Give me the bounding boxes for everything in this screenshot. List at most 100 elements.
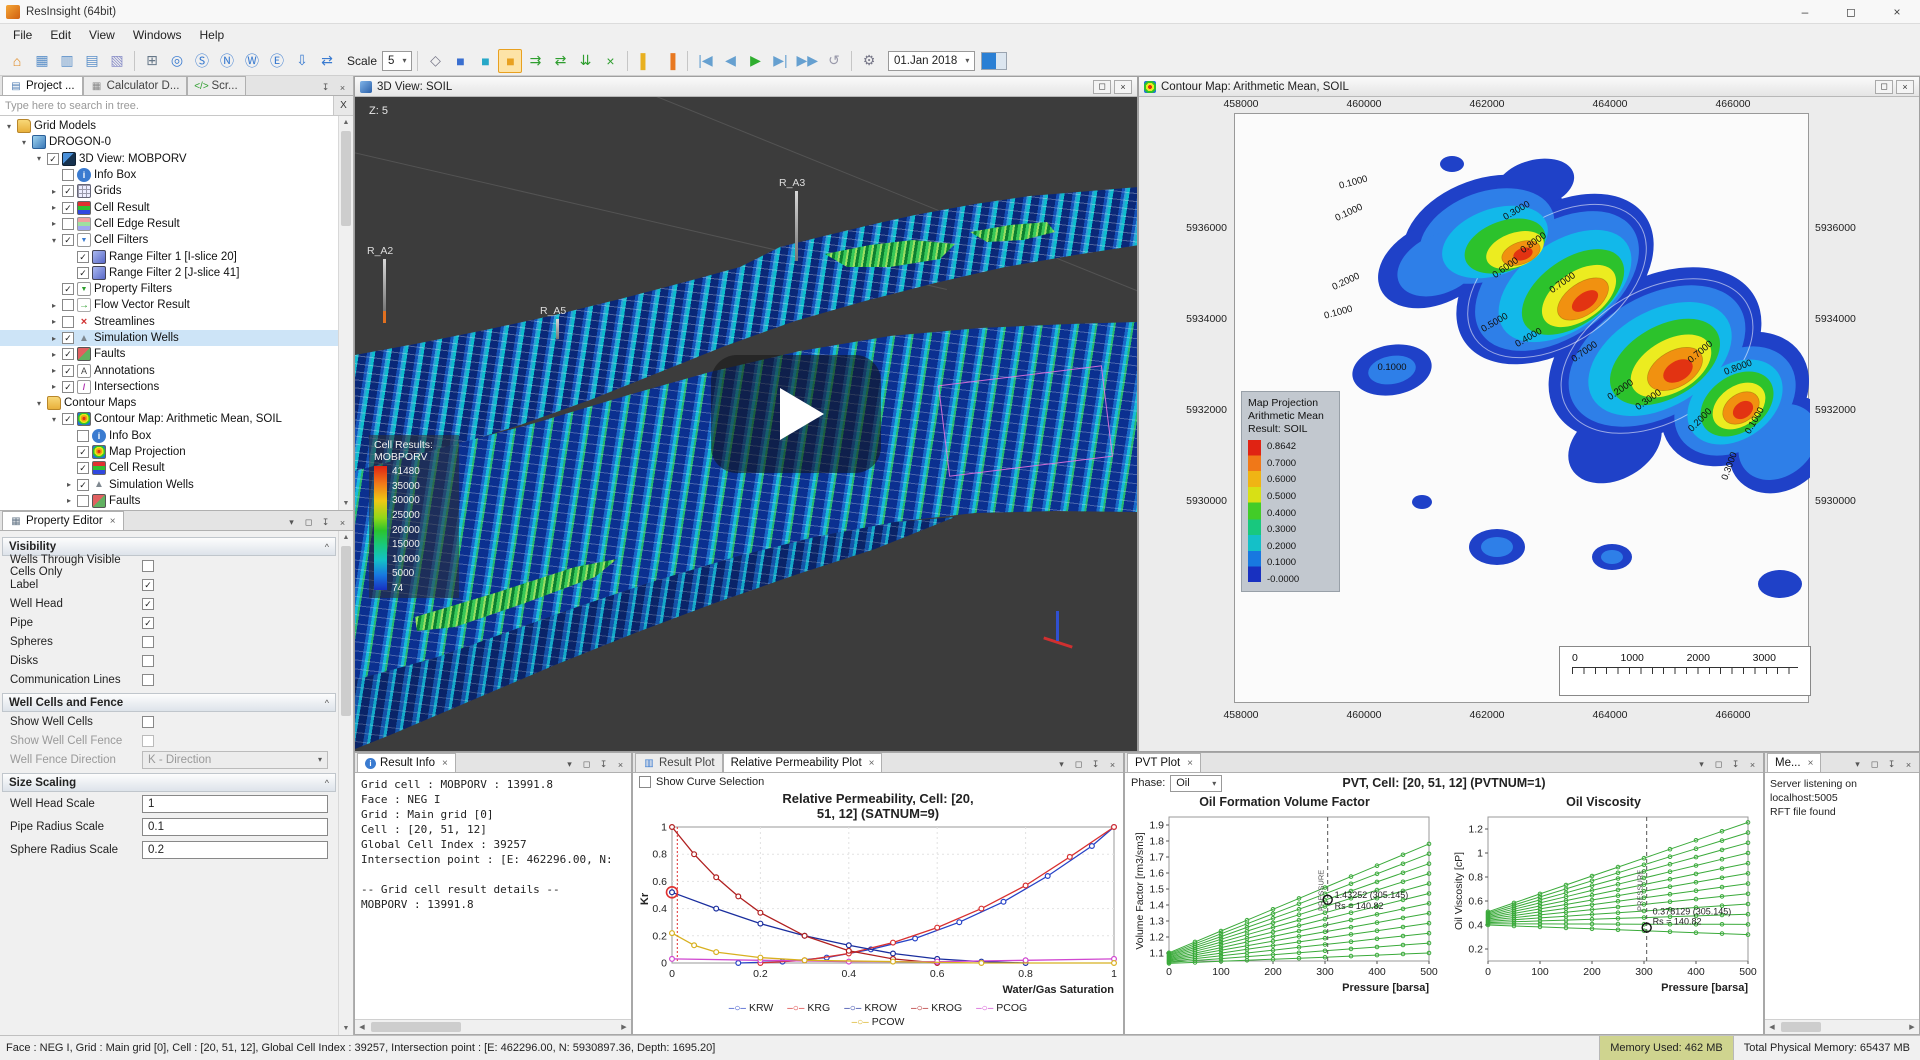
tree-item-map-projection[interactable]: ✓Map Projection xyxy=(0,444,338,460)
scroll-up-icon[interactable]: ▲ xyxy=(343,531,350,544)
cube-side-icon[interactable]: ■ xyxy=(473,49,497,73)
tab-result-plot[interactable]: ▥ Result Plot xyxy=(635,753,723,772)
checkbox-unchecked[interactable] xyxy=(62,169,74,181)
view3d-header[interactable]: 3D View: SOIL ◻ × xyxy=(355,77,1137,97)
checkbox-checked[interactable]: ✓ xyxy=(62,365,74,377)
tab-calculator-d[interactable]: ▦Calculator D... xyxy=(83,76,188,95)
pin-icon[interactable]: ↧ xyxy=(1088,757,1103,772)
tab-scr[interactable]: </>Scr... xyxy=(187,76,245,95)
animation-step-back-icon[interactable]: ◀ xyxy=(718,49,742,73)
cube-top-icon[interactable]: ■ xyxy=(498,49,522,73)
tree-item-streamlines[interactable]: ▸Streamlines xyxy=(0,314,338,330)
tree-item-cell-result[interactable]: ✓Cell Result xyxy=(0,460,338,476)
snapshot-icon[interactable]: ▧ xyxy=(105,49,129,73)
pin-icon[interactable]: ↧ xyxy=(596,757,611,772)
scroll-left-icon[interactable]: ◀ xyxy=(1765,1023,1779,1031)
collapse-icon[interactable]: ^ xyxy=(325,778,329,788)
animation-play-icon[interactable]: ▶ xyxy=(743,49,767,73)
checkbox-checked[interactable]: ✓ xyxy=(62,381,74,393)
close-icon[interactable]: × xyxy=(335,515,350,530)
scroll-right-icon[interactable]: ▶ xyxy=(617,1023,631,1031)
view-south-icon[interactable]: Ⓢ xyxy=(190,49,214,73)
well-log-plot-icon[interactable]: ▤ xyxy=(80,49,104,73)
checkbox-unchecked[interactable] xyxy=(62,299,74,311)
pin-icon[interactable]: ↧ xyxy=(318,80,333,95)
tab-result-info[interactable]: i Result Info × xyxy=(357,753,456,772)
close-icon[interactable]: × xyxy=(110,516,116,527)
relperm-chart[interactable]: 00.20.40.60.8110.80.60.40.20KrWater/Gas … xyxy=(636,821,1123,1000)
close-icon[interactable]: × xyxy=(613,757,628,772)
close-icon[interactable]: × xyxy=(1901,757,1916,772)
link-views-icon[interactable]: ⇄ xyxy=(315,49,339,73)
restore-icon[interactable]: ◻ xyxy=(1093,80,1111,94)
close-icon[interactable]: × xyxy=(335,80,350,95)
chevron-collapsed-icon[interactable]: ▸ xyxy=(64,496,74,505)
close-icon[interactable]: × xyxy=(1105,757,1120,772)
tree-item-simulation-wells[interactable]: ▸✓Simulation Wells xyxy=(0,330,338,346)
property-editor-scrollbar[interactable]: ▲ ▼ xyxy=(338,531,353,1035)
menu-down-icon[interactable]: ▾ xyxy=(1054,757,1069,772)
well-ra3[interactable]: R_A3 xyxy=(779,177,805,261)
checkbox-checked[interactable]: ✓ xyxy=(62,413,74,425)
scroll-down-icon[interactable]: ▼ xyxy=(343,497,350,510)
chevron-expanded-icon[interactable]: ▾ xyxy=(4,122,14,131)
checkbox-checked[interactable]: ✓ xyxy=(77,446,89,458)
tree-scrollbar[interactable]: ▲ ▼ xyxy=(338,116,353,510)
timestep-dropdown[interactable]: 01.Jan 2018▾ xyxy=(888,51,975,71)
pipe-radius-scale-input[interactable]: 0.1 xyxy=(142,818,328,836)
sphere-radius-scale-input[interactable]: 0.2 xyxy=(142,841,328,859)
menu-windows[interactable]: Windows xyxy=(124,26,191,44)
animation-progress[interactable] xyxy=(981,52,1007,70)
scroll-down-icon[interactable]: ▼ xyxy=(343,1022,350,1035)
tree-item-grid-models[interactable]: ▾Grid Models xyxy=(0,118,338,134)
scroll-thumb[interactable] xyxy=(341,131,351,226)
chevron-collapsed-icon[interactable]: ▸ xyxy=(64,480,74,489)
legend-item-krw[interactable]: –○–KRW xyxy=(729,1002,773,1014)
close-icon[interactable]: × xyxy=(1114,80,1132,94)
scroll-left-icon[interactable]: ◀ xyxy=(355,1023,369,1031)
tree-item-grids[interactable]: ▸✓Grids xyxy=(0,183,338,199)
search-clear-button[interactable]: X xyxy=(333,96,353,115)
scroll-thumb[interactable] xyxy=(1781,1022,1821,1032)
tree-item-faults[interactable]: ▸✓Faults xyxy=(0,346,338,362)
chevron-collapsed-icon[interactable]: ▸ xyxy=(49,317,59,326)
scroll-thumb[interactable] xyxy=(371,1022,461,1032)
scroll-track[interactable] xyxy=(369,1020,617,1034)
restore-icon[interactable]: ◻ xyxy=(1875,80,1893,94)
wells-spheres-icon[interactable]: ⇊ xyxy=(573,49,597,73)
tab-pvt-plot[interactable]: PVT Plot × xyxy=(1127,753,1201,772)
scroll-thumb[interactable] xyxy=(341,546,351,716)
animation-settings-icon[interactable]: ⚙ xyxy=(857,49,881,73)
legend-item-krg[interactable]: –○–KRG xyxy=(787,1002,830,1014)
show-curve-selection-checkbox[interactable] xyxy=(639,776,651,788)
result-info-scrollbar[interactable]: ◀ ▶ xyxy=(355,1019,631,1034)
spheres-checkbox[interactable] xyxy=(142,636,154,648)
tab-messages[interactable]: Me... × xyxy=(1767,753,1821,772)
close-icon[interactable]: × xyxy=(869,758,875,769)
menu-help[interactable]: Help xyxy=(191,26,234,44)
communication-lines-checkbox[interactable] xyxy=(142,674,154,686)
view-north-icon[interactable]: Ⓝ xyxy=(215,49,239,73)
chevron-expanded-icon[interactable]: ▾ xyxy=(34,399,44,408)
tree-item-faults[interactable]: ▸Faults xyxy=(0,493,338,509)
view-down-icon[interactable]: ⇩ xyxy=(290,49,314,73)
checkbox-checked[interactable]: ✓ xyxy=(47,153,59,165)
video-play-button[interactable] xyxy=(711,355,881,473)
animation-repeat-icon[interactable]: ↺ xyxy=(822,49,846,73)
tree-item-contour-map-arithmetic-mean-soil[interactable]: ▾✓Contour Map: Arithmetic Mean, SOIL xyxy=(0,411,338,427)
checkbox-checked[interactable]: ✓ xyxy=(62,202,74,214)
pin-icon[interactable]: ↧ xyxy=(1884,757,1899,772)
well-head-checkbox[interactable]: ✓ xyxy=(142,598,154,610)
tree-item-property-filters[interactable]: ✓Property Filters xyxy=(0,281,338,297)
property-filter-toolbar-icon[interactable]: ▐ xyxy=(658,49,682,73)
close-icon[interactable]: × xyxy=(1896,80,1914,94)
bo-chart[interactable]: 01002003004005001.91.81.71.61.51.41.31.2… xyxy=(1131,811,1439,1006)
chevron-collapsed-icon[interactable]: ▸ xyxy=(49,350,59,359)
open-project-icon[interactable]: ⌂ xyxy=(5,49,29,73)
menu-down-icon[interactable]: ▾ xyxy=(1694,757,1709,772)
summary-plot-icon[interactable]: ▥ xyxy=(55,49,79,73)
checkbox-unchecked[interactable] xyxy=(62,316,74,328)
tree-item-cell-filters[interactable]: ▾✓Cell Filters xyxy=(0,232,338,248)
section-well-cells-and-fence[interactable]: Well Cells and Fence^ xyxy=(2,693,336,712)
legend-item-pcog[interactable]: –○–PCOG xyxy=(976,1002,1027,1014)
